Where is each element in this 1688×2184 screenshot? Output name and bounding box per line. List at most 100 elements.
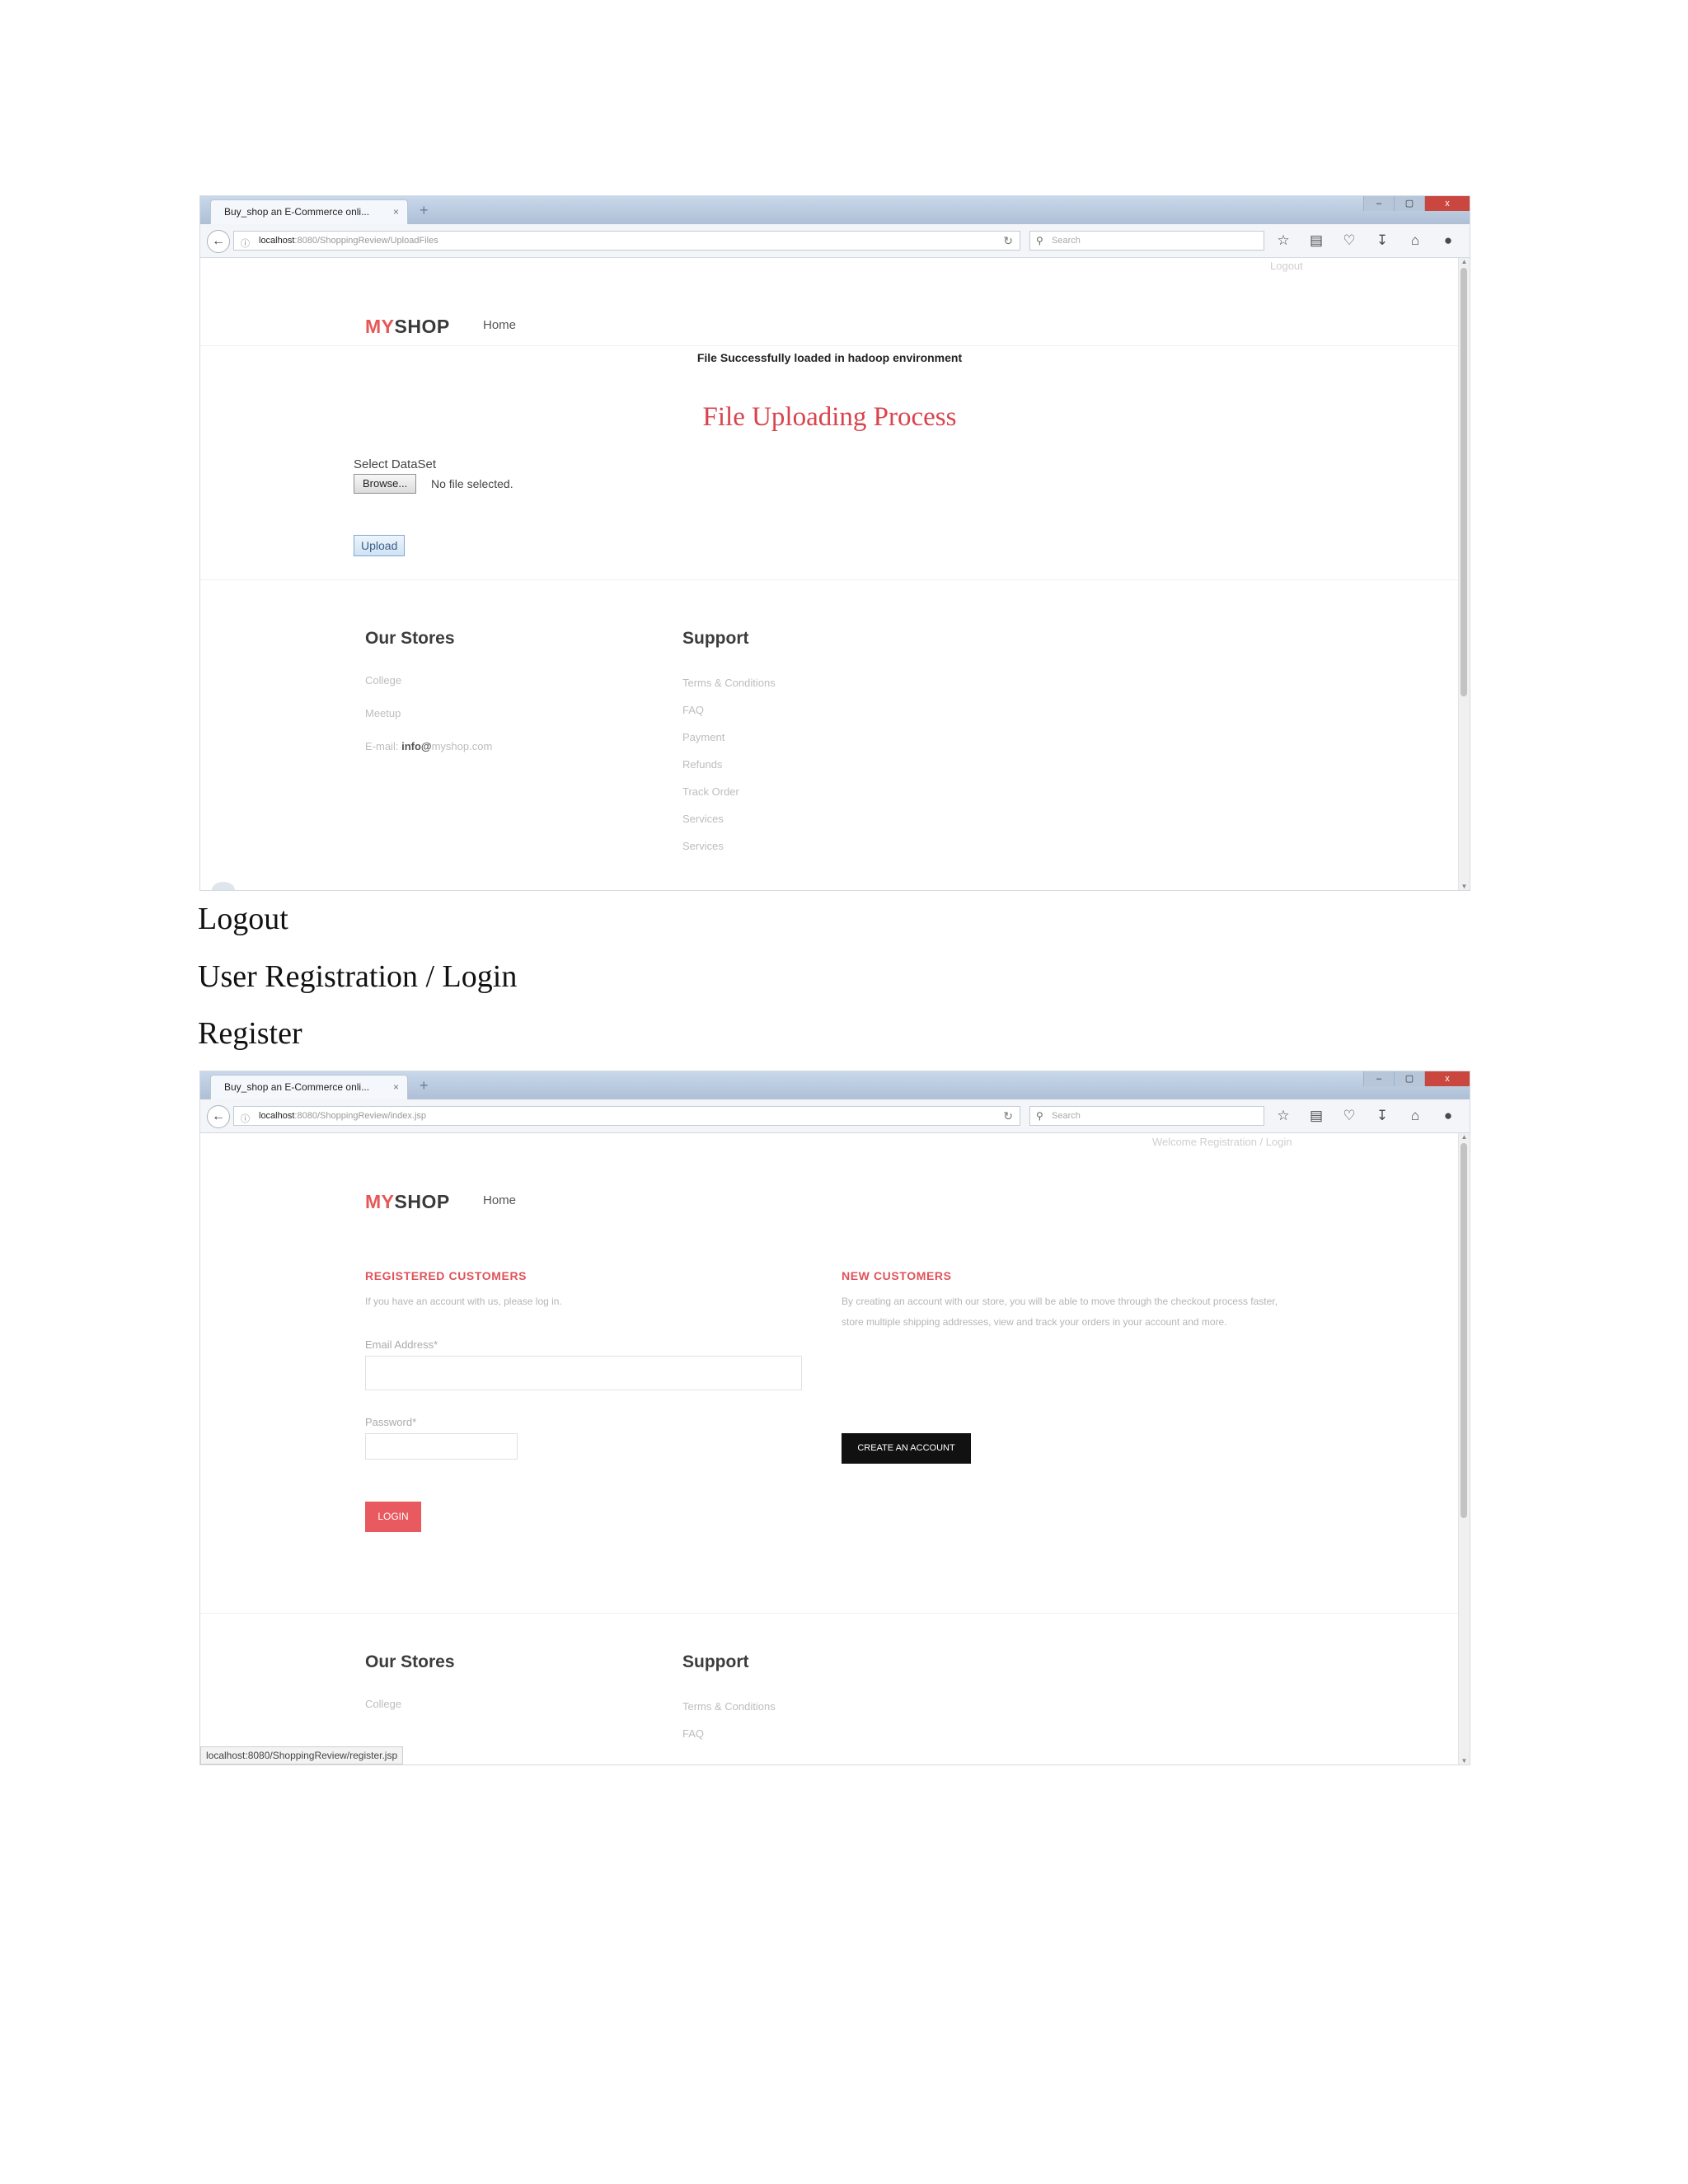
maximize-button[interactable]: ▢ — [1394, 1071, 1424, 1086]
footer-support-heading: Support — [682, 1652, 749, 1671]
footer-link[interactable]: College — [365, 1698, 401, 1710]
page-title: File Uploading Process — [702, 402, 957, 432]
footer-link[interactable]: Payment — [682, 731, 724, 743]
download-icon[interactable]: ↧ — [1371, 232, 1394, 250]
footer-link[interactable]: Track Order — [682, 785, 739, 798]
new-tab-button[interactable]: + — [420, 202, 429, 219]
search-placeholder: Search — [1052, 1111, 1081, 1121]
footer-link[interactable]: Services — [682, 813, 724, 825]
tab-title: Buy_shop an E-Commerce onli... — [224, 206, 370, 218]
footer-link[interactable]: FAQ — [682, 1727, 704, 1740]
browse-button[interactable]: Browse... — [354, 474, 417, 494]
password-label: Password* — [365, 1416, 417, 1428]
footer-link[interactable]: FAQ — [682, 704, 704, 716]
myshop-logo[interactable]: MYSHOP — [365, 1191, 450, 1213]
footer-link[interactable]: Meetup — [365, 707, 401, 719]
create-account-button[interactable]: CREATE AN ACCOUNT — [842, 1433, 971, 1464]
search-icon: ⚲ — [1036, 235, 1043, 246]
scrollbar[interactable]: ▲ ▼ — [1458, 1133, 1470, 1765]
maximize-button[interactable]: ▢ — [1394, 196, 1424, 211]
pocket-icon[interactable]: ♡ — [1338, 1107, 1361, 1125]
close-tab-icon[interactable]: × — [393, 1076, 399, 1099]
toolbar-icons: ☆ ▤ ♡ ↧ ⌂ ● ☰ — [1272, 1107, 1470, 1125]
myshop-logo[interactable]: MYSHOP — [365, 316, 450, 338]
bookmark-star-icon[interactable]: ☆ — [1272, 1107, 1295, 1125]
sync-icon[interactable]: ● — [1437, 1107, 1460, 1125]
nav-home-link[interactable]: Home — [483, 318, 516, 332]
scroll-thumb[interactable] — [1461, 268, 1467, 696]
clipboard-icon[interactable]: ▤ — [1305, 232, 1328, 250]
scroll-down-icon[interactable]: ▼ — [1459, 1757, 1470, 1765]
search-input[interactable]: ⚲ Search — [1029, 231, 1264, 251]
url-path: :8080/ShoppingReview/index.jsp — [294, 1111, 427, 1121]
footer-link[interactable]: Terms & Conditions — [682, 1700, 776, 1713]
reload-icon[interactable]: ↻ — [1003, 1107, 1013, 1125]
registration-login-link[interactable]: Welcome Registration / Login — [1152, 1136, 1292, 1148]
logo-my: MY — [365, 316, 395, 337]
window-close-button[interactable]: x — [1424, 1071, 1470, 1086]
close-tab-icon[interactable]: × — [393, 200, 399, 223]
window-close-button[interactable]: x — [1424, 196, 1470, 211]
footer-stores-heading: Our Stores — [365, 629, 455, 648]
new-customers-intro: By creating an account with our store, y… — [842, 1296, 1278, 1328]
email-label: E-mail: — [365, 740, 399, 752]
scroll-up-icon[interactable]: ▲ — [1459, 258, 1470, 265]
scroll-down-icon[interactable]: ▼ — [1459, 883, 1470, 890]
search-input[interactable]: ⚲ Search — [1029, 1106, 1264, 1126]
logout-link[interactable]: Logout — [1270, 260, 1303, 272]
minimize-button[interactable]: – — [1363, 196, 1394, 211]
logo-shop: SHOP — [394, 1191, 450, 1212]
footer-link[interactable]: Terms & Conditions — [682, 677, 776, 689]
new-tab-button[interactable]: + — [420, 1077, 429, 1094]
back-arrow-icon[interactable]: ← — [207, 230, 230, 253]
toolbar-icons: ☆ ▤ ♡ ↧ ⌂ ● ☰ — [1272, 232, 1470, 250]
footer-link[interactable]: Refunds — [682, 758, 722, 771]
tab-strip: Buy_shop an E-Commerce onli... × + – ▢ x — [200, 196, 1470, 224]
status-bar-url: localhost:8080/ShoppingReview/register.j… — [200, 1746, 404, 1765]
footer-email[interactable]: E-mail: info@myshop.com — [365, 740, 492, 752]
footer-support-heading: Support — [682, 629, 749, 648]
browser-window-login: Buy_shop an E-Commerce onli... × + – ▢ x… — [200, 1071, 1470, 1765]
email-field[interactable] — [365, 1356, 802, 1390]
navigation-toolbar: ← ⓘ localhost:8080/ShoppingReview/Upload… — [200, 224, 1470, 258]
url-path: :8080/ShoppingReview/UploadFiles — [294, 236, 438, 246]
scroll-thumb[interactable] — [1461, 1143, 1467, 1518]
back-arrow-icon[interactable]: ← — [207, 1105, 230, 1128]
info-icon[interactable]: ⓘ — [241, 235, 250, 253]
browser-tab[interactable]: Buy_shop an E-Commerce onli... × — [210, 199, 408, 224]
logo-my: MY — [365, 1191, 395, 1212]
bookmark-star-icon[interactable]: ☆ — [1272, 232, 1295, 250]
tab-title: Buy_shop an E-Commerce onli... — [224, 1081, 370, 1093]
sync-icon[interactable]: ● — [1437, 232, 1460, 250]
email-label: Email Address* — [365, 1338, 438, 1351]
login-button[interactable]: LOGIN — [365, 1502, 421, 1532]
new-customers-heading: NEW CUSTOMERS — [842, 1269, 952, 1282]
password-field[interactable] — [365, 1433, 518, 1460]
nav-home-link[interactable]: Home — [483, 1193, 516, 1207]
address-bar[interactable]: ⓘ localhost:8080/ShoppingReview/UploadFi… — [233, 231, 1020, 251]
url-host: localhost — [259, 236, 295, 246]
upload-button[interactable]: Upload — [354, 535, 406, 556]
footer-link[interactable]: Services — [682, 840, 724, 852]
scrollbar[interactable]: ▲ ▼ — [1458, 258, 1470, 890]
search-placeholder: Search — [1052, 236, 1081, 246]
browser-tab[interactable]: Buy_shop an E-Commerce onli... × — [210, 1075, 408, 1099]
download-icon[interactable]: ↧ — [1371, 1107, 1394, 1125]
success-message: File Successfully loaded in hadoop envir… — [696, 351, 963, 364]
browser-window-upload: Buy_shop an E-Commerce onli... × + – ▢ x… — [200, 196, 1470, 890]
address-bar[interactable]: ⓘ localhost:8080/ShoppingReview/index.js… — [233, 1106, 1020, 1126]
footer-link[interactable]: College — [365, 674, 401, 687]
scroll-up-icon[interactable]: ▲ — [1459, 1133, 1470, 1141]
dataset-label: Select DataSet — [354, 457, 437, 471]
pocket-icon[interactable]: ♡ — [1338, 232, 1361, 250]
info-icon[interactable]: ⓘ — [241, 1110, 250, 1128]
home-icon[interactable]: ⌂ — [1404, 232, 1427, 250]
email-user: info@ — [401, 740, 432, 752]
reload-icon[interactable]: ↻ — [1003, 232, 1013, 250]
clipboard-icon[interactable]: ▤ — [1305, 1107, 1328, 1125]
home-icon[interactable]: ⌂ — [1404, 1107, 1427, 1125]
email-domain: myshop.com — [431, 740, 493, 752]
page-viewport: Welcome Registration / Login MYSHOP Home… — [200, 1133, 1459, 1765]
chat-widget-icon[interactable] — [212, 882, 235, 890]
minimize-button[interactable]: – — [1363, 1071, 1394, 1086]
